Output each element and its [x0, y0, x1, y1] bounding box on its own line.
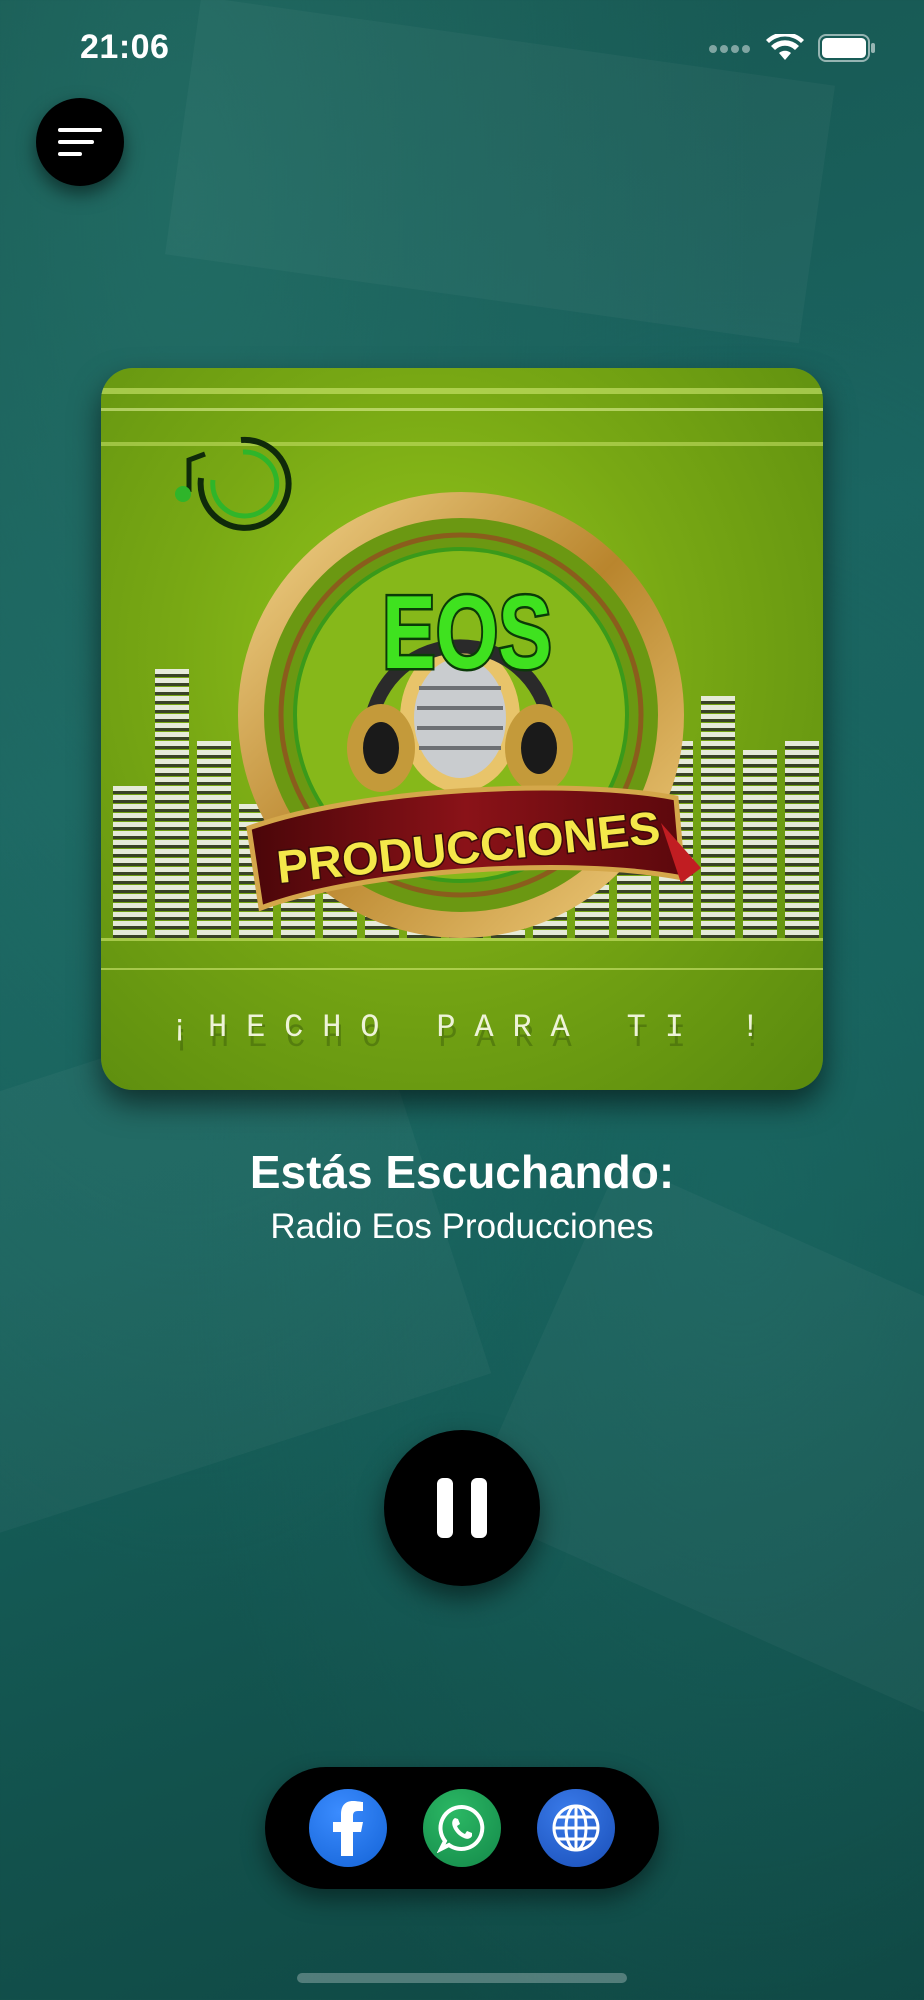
- globe-icon: [552, 1804, 600, 1852]
- wifi-icon: [766, 34, 804, 60]
- music-note-logo-icon: [175, 436, 292, 531]
- pause-button[interactable]: [384, 1430, 540, 1586]
- social-links-bar: [265, 1767, 659, 1889]
- cellular-signal-icon: [709, 45, 750, 53]
- facebook-icon: [333, 1801, 363, 1856]
- whatsapp-button[interactable]: [423, 1789, 501, 1867]
- website-button[interactable]: [537, 1789, 615, 1867]
- pause-icon: [437, 1478, 453, 1538]
- whatsapp-icon: [437, 1804, 485, 1853]
- now-playing-label: Estás Escuchando:: [249, 1146, 675, 1198]
- status-time: 21:06: [80, 28, 170, 66]
- artwork-brand-text: EOS: [382, 575, 552, 691]
- station-logo-image: EOS PRODUCCIONES ¡HECHO PARA TI ! ¡HECHO…: [101, 388, 823, 1056]
- battery-icon: [818, 34, 875, 62]
- status-icons: [708, 34, 876, 62]
- artwork-slogan-text: ¡HECHO PARA TI !: [170, 1009, 760, 1046]
- menu-icon: [58, 128, 102, 156]
- facebook-button[interactable]: [309, 1789, 387, 1867]
- home-indicator[interactable]: [297, 1973, 627, 1983]
- pause-icon: [471, 1478, 487, 1538]
- station-artwork: EOS PRODUCCIONES ¡HECHO PARA TI ! ¡HECHO…: [101, 368, 823, 1090]
- menu-button[interactable]: [36, 98, 124, 186]
- station-name: Radio Eos Producciones: [270, 1207, 654, 1246]
- status-bar: 21:06: [0, 0, 924, 100]
